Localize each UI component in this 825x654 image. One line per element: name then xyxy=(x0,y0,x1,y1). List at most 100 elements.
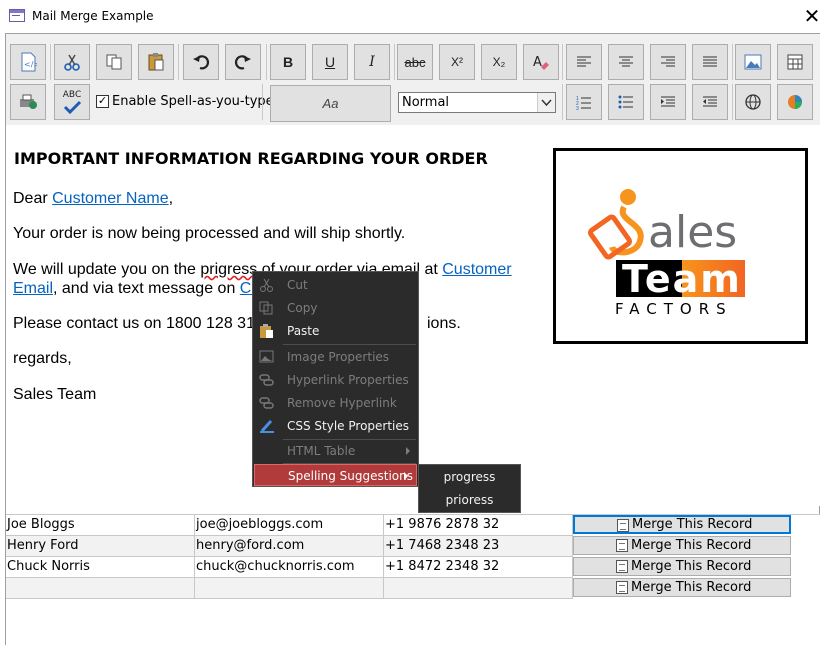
insert-table-button[interactable] xyxy=(777,44,813,80)
align-center-icon xyxy=(619,56,633,67)
document-icon xyxy=(617,519,629,532)
bold-button[interactable]: B xyxy=(270,44,306,80)
document-heading: IMPORTANT INFORMATION REGARDING YOUR ORD… xyxy=(14,149,488,168)
body-line-3: Email, and via text message on Cu xyxy=(13,280,261,297)
strikethrough-button[interactable]: abc xyxy=(397,44,433,80)
undo-icon xyxy=(193,55,210,70)
editor-toolbar: </> B U I abc X² X₂ A ABC ✓ Enable Spell… xyxy=(6,34,820,125)
context-menu: Cut Copy Paste Image Properties Hyperlin… xyxy=(252,271,419,487)
paragraph-format-select[interactable]: Normal xyxy=(398,92,556,113)
merge-record-button[interactable]: Merge This Record xyxy=(573,578,791,597)
spell-check-button[interactable]: ABC xyxy=(54,84,90,120)
cell-email[interactable]: chuck@chucknorris.com xyxy=(195,557,384,578)
cell-phone[interactable]: +1 8472 2348 32 xyxy=(384,557,573,578)
svg-text:</>: </> xyxy=(24,60,37,69)
cell-phone[interactable] xyxy=(384,578,573,599)
pie-chart-icon xyxy=(788,95,802,109)
logo-word-team: Team xyxy=(622,257,742,301)
menu-item-css-style-properties[interactable]: CSS Style Properties xyxy=(253,415,418,437)
customer-name-link[interactable]: Customer Name xyxy=(52,190,168,207)
cell-name[interactable]: Henry Ford xyxy=(6,536,195,557)
cell-name[interactable]: Joe Bloggs xyxy=(6,515,195,536)
indent-button[interactable] xyxy=(650,84,686,120)
paste-button[interactable] xyxy=(138,44,174,80)
outdent-icon xyxy=(703,96,717,107)
justify-button[interactable] xyxy=(692,44,728,80)
outdent-button[interactable] xyxy=(692,84,728,120)
copy-icon xyxy=(106,54,122,70)
cell-name[interactable]: Chuck Norris xyxy=(6,557,195,578)
greeting-line: Dear Customer Name, xyxy=(13,190,174,207)
image-icon xyxy=(744,54,762,70)
spelling-suggestions-submenu: progress prioress xyxy=(418,464,521,513)
clear-format-button[interactable]: A xyxy=(523,44,559,80)
italic-button[interactable]: I xyxy=(354,44,390,80)
close-icon[interactable]: ✕ xyxy=(800,3,824,29)
source-code-button[interactable]: </> xyxy=(10,44,46,80)
menu-item-cut[interactable]: Cut xyxy=(253,274,418,296)
customer-email-link-cont[interactable]: Email xyxy=(13,280,53,297)
misspelled-word[interactable]: prigress xyxy=(200,261,257,278)
printer-check-icon xyxy=(20,94,37,109)
window-title: Mail Merge Example xyxy=(32,9,154,23)
undo-button[interactable] xyxy=(183,44,219,80)
customer-email-link[interactable]: Customer xyxy=(442,261,511,278)
signature-line: Sales Team xyxy=(13,386,97,403)
cell-phone[interactable]: +1 9876 2878 32 xyxy=(384,515,573,536)
cut-button[interactable] xyxy=(54,44,90,80)
superscript-button[interactable]: X² xyxy=(439,44,475,80)
company-logo[interactable]: ales Team FACTORS xyxy=(553,148,808,344)
table-icon xyxy=(787,54,803,70)
menu-item-copy[interactable]: Copy xyxy=(253,297,418,319)
suggestion-prioress[interactable]: prioress xyxy=(419,489,520,511)
cell-email[interactable]: joe@joebloggs.com xyxy=(195,515,384,536)
underline-button[interactable]: U xyxy=(312,44,348,80)
regards-line: regards, xyxy=(13,350,72,367)
eraser-icon: A xyxy=(533,55,549,70)
menu-item-remove-hyperlink[interactable]: Remove Hyperlink xyxy=(253,392,418,414)
merge-record-button[interactable]: Merge This Record xyxy=(573,557,791,576)
menu-item-html-table[interactable]: HTML Table xyxy=(253,440,418,462)
image-icon xyxy=(259,350,274,363)
chevron-down-icon[interactable] xyxy=(537,93,555,112)
insert-hyperlink-button[interactable] xyxy=(735,84,771,120)
cell-phone[interactable]: +1 7468 2348 23 xyxy=(384,536,573,557)
align-left-icon xyxy=(577,56,591,67)
spell-as-you-type-label: Enable Spell-as-you-type xyxy=(112,94,274,109)
align-right-button[interactable] xyxy=(650,44,686,80)
copy-button[interactable] xyxy=(96,44,132,80)
merge-record-button[interactable]: Merge This Record xyxy=(573,515,791,534)
cell-email[interactable]: henry@ford.com xyxy=(195,536,384,557)
insert-chart-button[interactable] xyxy=(777,84,813,120)
paintbrush-icon xyxy=(260,419,274,433)
merge-record-button[interactable]: Merge This Record xyxy=(573,536,791,555)
menu-item-image-properties[interactable]: Image Properties xyxy=(253,346,418,368)
menu-item-paste[interactable]: Paste xyxy=(253,320,418,342)
align-center-button[interactable] xyxy=(608,44,644,80)
style-button[interactable]: Aa xyxy=(270,85,391,122)
recipient-grid: Joe Bloggs joe@joebloggs.com +1 9876 287… xyxy=(6,514,820,645)
subscript-button[interactable]: X₂ xyxy=(481,44,517,80)
spell-check-icon: ABC xyxy=(62,90,82,100)
cell-name[interactable] xyxy=(6,578,195,599)
menu-item-hyperlink-properties[interactable]: Hyperlink Properties xyxy=(253,369,418,391)
insert-image-button[interactable] xyxy=(735,44,771,80)
format-select-value: Normal xyxy=(402,95,450,110)
align-left-button[interactable] xyxy=(566,44,602,80)
app-window-icon xyxy=(9,9,25,22)
title-bar: Mail Merge Example ✕ xyxy=(0,0,825,33)
spell-as-you-type-checkbox[interactable]: ✓ xyxy=(96,95,109,108)
body-line-4-end: ions. xyxy=(427,315,461,332)
suggestion-progress[interactable]: progress xyxy=(419,466,520,488)
menu-item-spelling-suggestions[interactable]: Spelling Suggestions xyxy=(254,464,417,486)
merge-fields-button[interactable] xyxy=(10,84,46,120)
numbered-list-button[interactable]: 123 xyxy=(566,84,602,120)
copy-icon xyxy=(259,301,273,315)
cell-email[interactable] xyxy=(195,578,384,599)
svg-text:A: A xyxy=(533,55,542,70)
redo-button[interactable] xyxy=(225,44,261,80)
document-icon xyxy=(616,581,628,594)
bullet-list-button[interactable] xyxy=(608,84,644,120)
body-line-1: Your order is now being processed and wi… xyxy=(13,225,406,242)
document-icon xyxy=(616,560,628,573)
